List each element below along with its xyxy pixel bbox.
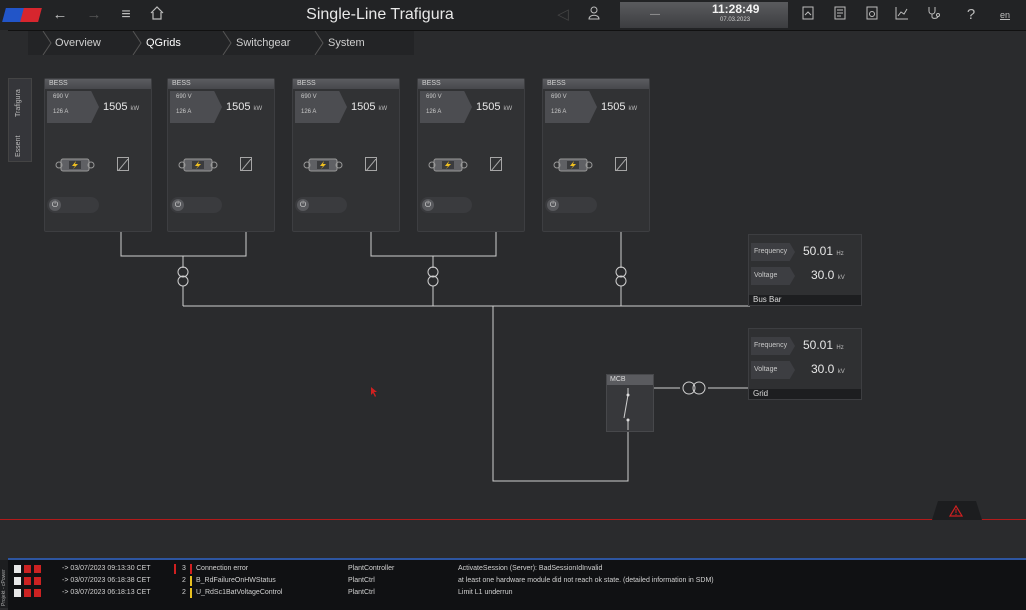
converter-icon [240,157,252,172]
bess-power: 1505 kW [226,101,263,113]
bess-label: BESS [543,79,649,89]
alarm-message: Limit L1 underrun [458,589,513,596]
alarm-list: -> 03/07/2023 09:13:30 CET 3 Connection … [8,558,1026,610]
grid-frequency-value: 50.01 Hz [803,338,844,352]
battery-inverter-icon [55,158,95,172]
grid-name: Grid [749,389,861,399]
bess-label: BESS [293,79,399,89]
bess-status-pill[interactable]: ⏻ [545,197,597,213]
busbar-panel[interactable]: Frequency 50.01 Hz Voltage 30.0 kV Bus B… [748,234,862,306]
converter-icon [615,157,627,172]
power-icon: ⏻ [49,199,61,211]
alarm-row[interactable]: -> 03/07/2023 09:13:30 CET 3 Connection … [8,563,1026,575]
priority-marker [190,564,192,574]
bess-current: 126 A [551,109,567,115]
bess-panel[interactable]: BESS 690 V 126 A 1505 kW ⏻ [292,78,400,232]
bess-label: BESS [45,79,151,89]
alarm-priority: 2 [182,589,186,596]
power-icon: ⏻ [547,199,559,211]
bess-power: 1505 kW [103,101,140,113]
bess-status-pill[interactable]: ⏻ [420,197,472,213]
battery-inverter-icon [428,158,468,172]
alarm-state-icons [14,577,41,585]
project-side-label: Projekt - cPower [0,560,8,608]
mouse-cursor-icon [371,387,377,397]
alarm-state-icons [14,589,41,597]
alarm-message: ActivateSession (Server): BadSessionIdIn… [458,565,603,572]
alarm-timestamp: -> 03/07/2023 06:18:13 CET [62,589,151,596]
alarm-source: PlantCtrl [348,589,375,596]
bess-voltage: 690 V [176,94,192,100]
busbar-voltage-value: 30.0 kV [811,268,845,282]
alarm-separator [0,519,1026,520]
alarm-source: PlantCtrl [348,577,375,584]
alarm-priority: 2 [182,577,186,584]
bess-panel[interactable]: BESS 690 V 126 A 1505 kW ⏻ [542,78,650,232]
grid-voltage-value: 30.0 kV [811,362,845,376]
bess-panel[interactable]: BESS 690 V 126 A 1505 kW ⏻ [44,78,152,232]
warning-icon [949,505,963,517]
alarm-name: U_RdSc1BatVoltageControl [196,589,283,596]
alarm-priority: 3 [182,565,186,572]
bess-voltage: 690 V [53,94,69,100]
bess-power: 1505 kW [476,101,513,113]
bess-voltage: 690 V [551,94,567,100]
busbar-voltage-label: Voltage [751,267,795,285]
bess-current: 126 A [301,109,317,115]
priority-marker [174,564,176,574]
converter-icon [365,157,377,172]
alarm-message: at least one hardware module did not rea… [458,577,714,584]
priority-marker [190,588,192,598]
priority-marker [190,576,192,586]
bess-label: BESS [418,79,524,89]
alarm-name: Connection error [196,565,249,572]
grid-panel[interactable]: Frequency 50.01 Hz Voltage 30.0 kV Grid [748,328,862,400]
bess-power: 1505 kW [601,101,638,113]
alarm-state-icons [14,565,41,573]
bess-status-pill[interactable]: ⏻ [295,197,347,213]
power-icon: ⏻ [422,199,434,211]
grid-frequency-label: Frequency [751,337,795,355]
alarm-timestamp: -> 03/07/2023 06:18:38 CET [62,577,151,584]
busbar-frequency-label: Frequency [751,243,795,261]
busbar-name: Bus Bar [749,295,861,305]
alarm-timestamp: -> 03/07/2023 09:13:30 CET [62,565,151,572]
bess-current: 126 A [426,109,442,115]
battery-inverter-icon [553,158,593,172]
power-icon: ⏻ [297,199,309,211]
bess-current: 126 A [176,109,192,115]
bess-label: BESS [168,79,274,89]
bess-current: 126 A [53,109,69,115]
power-icon: ⏻ [172,199,184,211]
alarm-toggle[interactable] [932,501,982,520]
bess-voltage: 690 V [426,94,442,100]
alarm-name: B_RdFailureOnHWStatus [196,577,276,584]
alarm-row[interactable]: -> 03/07/2023 06:18:38 CET 2 B_RdFailure… [8,575,1026,587]
converter-icon [490,157,502,172]
busbar-frequency-value: 50.01 Hz [803,244,844,258]
bess-voltage: 690 V [301,94,317,100]
bess-panel[interactable]: BESS 690 V 126 A 1505 kW ⏻ [417,78,525,232]
battery-inverter-icon [178,158,218,172]
alarm-source: PlantController [348,565,395,572]
bess-status-pill[interactable]: ⏻ [170,197,222,213]
battery-inverter-icon [303,158,343,172]
bess-status-pill[interactable]: ⏻ [47,197,99,213]
bess-power: 1505 kW [351,101,388,113]
mcb-label: MCB [607,375,653,385]
grid-voltage-label: Voltage [751,361,795,379]
mcb-breaker[interactable]: MCB [606,374,654,432]
alarm-row[interactable]: -> 03/07/2023 06:18:13 CET 2 U_RdSc1BatV… [8,587,1026,599]
converter-icon [117,157,129,172]
bess-panel[interactable]: BESS 690 V 126 A 1505 kW ⏻ [167,78,275,232]
